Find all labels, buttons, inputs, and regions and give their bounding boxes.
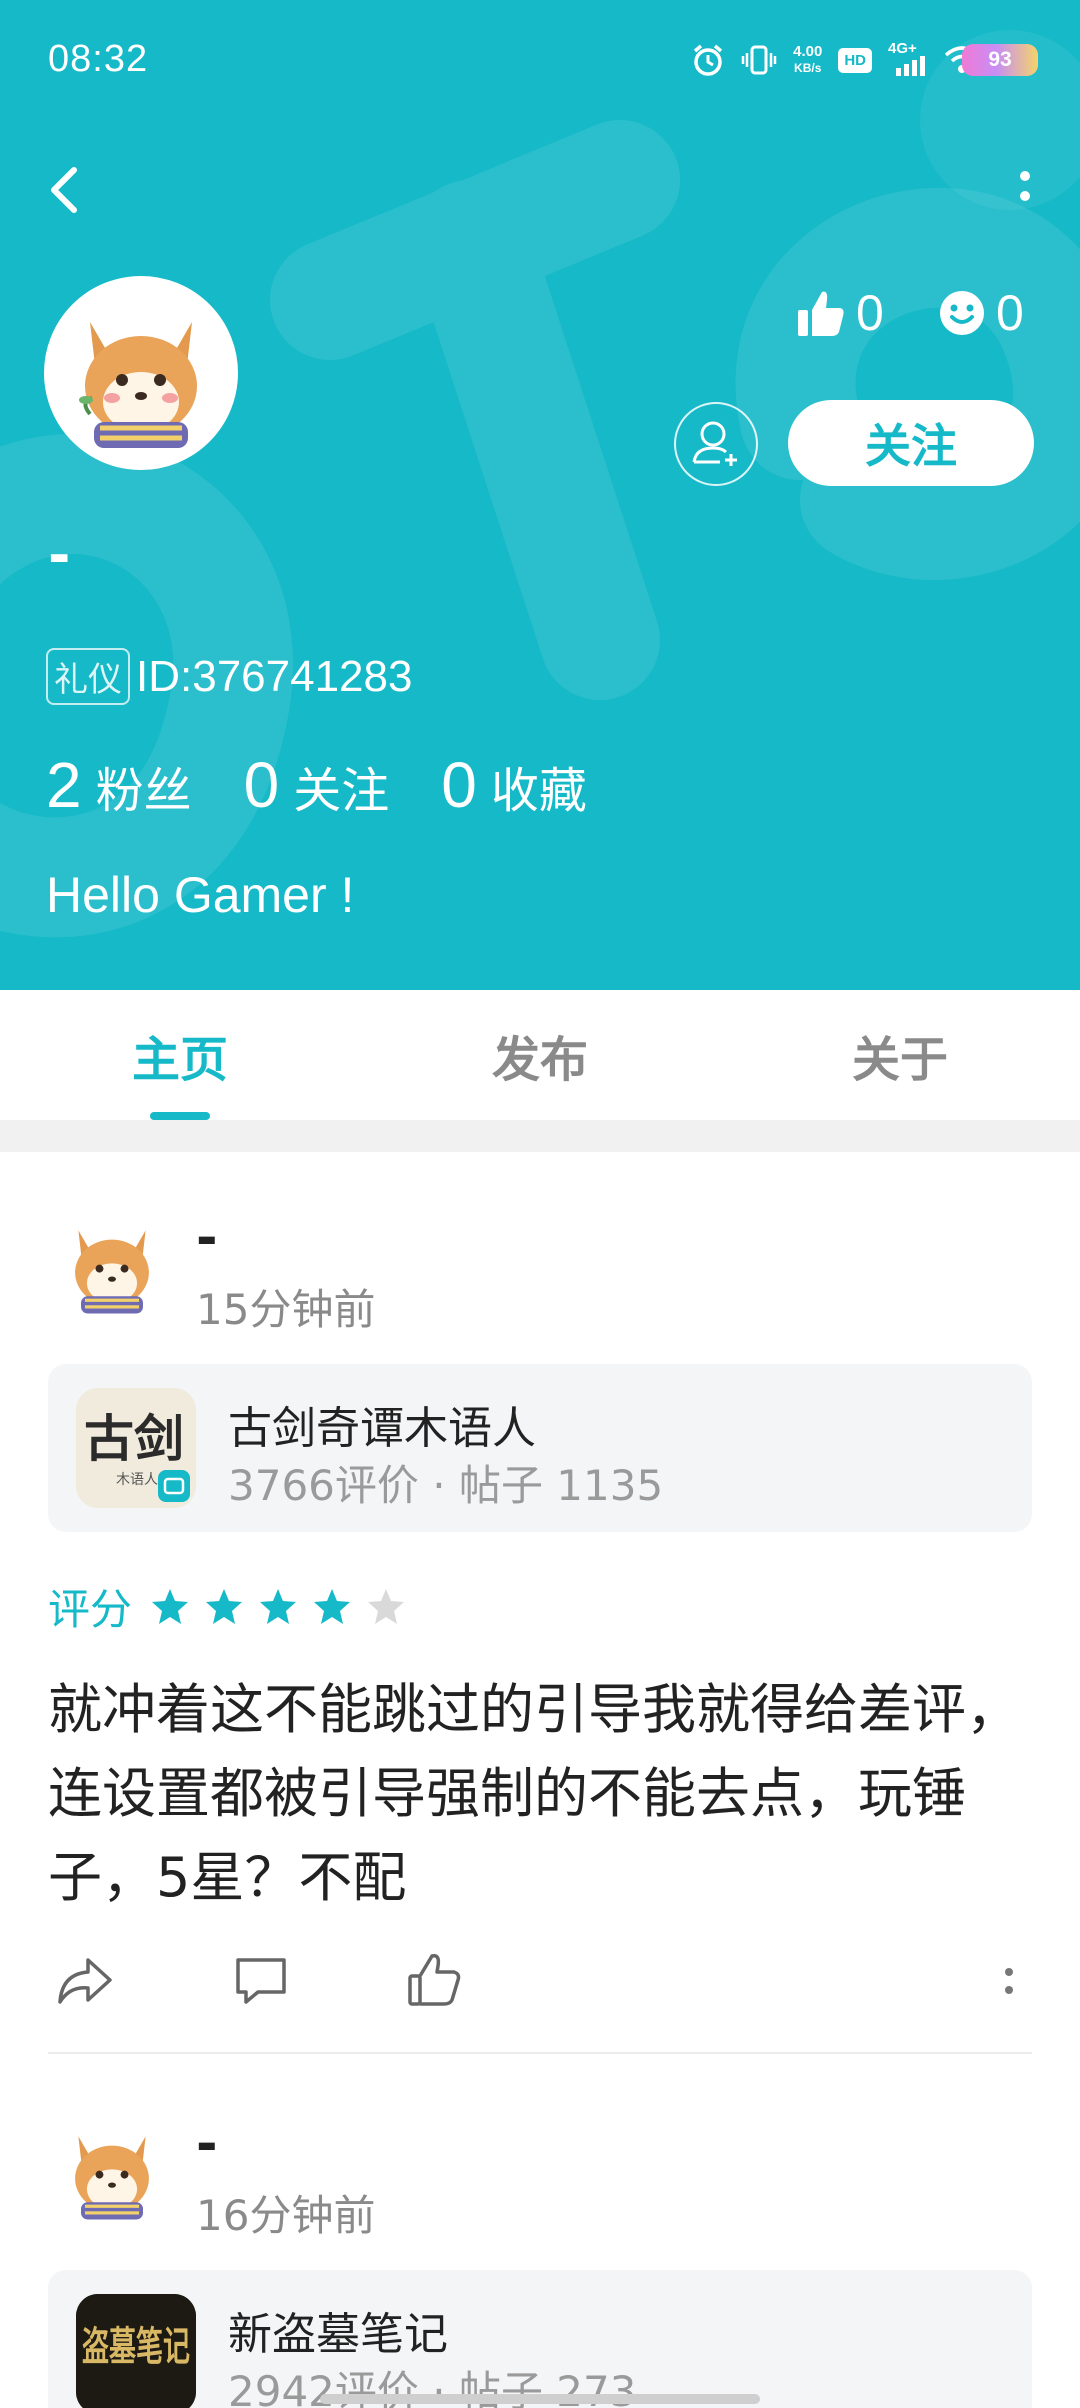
svg-text:古剑: 古剑 bbox=[84, 1409, 184, 1468]
fans-count[interactable]: 2 bbox=[46, 748, 82, 822]
profile-bio: Hello Gamer ! bbox=[46, 867, 355, 923]
rating-label: 评分 bbox=[48, 1585, 133, 1634]
favorites-label[interactable]: 收藏 bbox=[491, 751, 587, 821]
watermark-logo bbox=[0, 30, 1080, 938]
following-count[interactable]: 0 bbox=[244, 748, 280, 822]
game-icon: 盗墓笔记 bbox=[76, 2294, 196, 2408]
thumbs-up-outline-icon[interactable] bbox=[402, 1948, 468, 2014]
user-id: ID:376741283 bbox=[136, 651, 413, 701]
post-time: 15分钟前 bbox=[196, 1285, 376, 1334]
status-time: 08:32 bbox=[48, 38, 149, 80]
profile-counts: 2 粉丝 0 关注 0 收藏 bbox=[46, 748, 639, 822]
profile-avatar[interactable] bbox=[44, 276, 238, 470]
shiba-avatar-image bbox=[52, 2110, 172, 2230]
star-filled-icon bbox=[314, 1588, 351, 1624]
following-label[interactable]: 关注 bbox=[293, 751, 389, 821]
hd-badge: HD bbox=[838, 47, 872, 73]
post-card: - 16分钟前 盗墓笔记 新盗墓笔记 2942评价 · 帖子 273 bbox=[0, 2054, 1080, 2408]
post-text[interactable]: 就冲着这不能跳过的引导我就得给差评，连设置都被引导强制的不能去点，玩锤子，5星？… bbox=[48, 1668, 1038, 1920]
game-card[interactable]: 盗墓笔记 新盗墓笔记 2942评价 · 帖子 273 bbox=[48, 2270, 1032, 2408]
shiba-avatar-image bbox=[50, 282, 232, 464]
star-filled-icon bbox=[206, 1588, 243, 1624]
tab-posts[interactable]: 发布 bbox=[360, 990, 720, 1120]
smiles-stat: 0 bbox=[938, 284, 1024, 342]
rating-stars bbox=[150, 1587, 420, 1627]
gujian-game-icon: 古剑 木语人 bbox=[76, 1388, 196, 1508]
alarm-icon bbox=[694, 44, 723, 76]
game-meta: 3766评价 · 帖子 1135 bbox=[228, 1461, 664, 1510]
game-name: 古剑奇谭木语人 bbox=[228, 1403, 536, 1454]
game-card[interactable]: 古剑 木语人 古剑奇谭木语人 3766评价 · 帖子 1135 bbox=[48, 1364, 1032, 1532]
add-user-icon bbox=[692, 421, 737, 466]
battery-indicator: 93 bbox=[962, 44, 1038, 76]
more-vertical-icon[interactable] bbox=[1010, 160, 1040, 220]
follow-button[interactable]: 关注 bbox=[788, 400, 1034, 486]
svg-text:盗墓笔记: 盗墓笔记 bbox=[82, 2323, 190, 2370]
likes-stat: 0 bbox=[796, 284, 884, 342]
game-icon: 古剑 木语人 bbox=[76, 1388, 196, 1508]
tab-home[interactable]: 主页 bbox=[0, 990, 360, 1120]
tab-about[interactable]: 关于 bbox=[720, 990, 1080, 1120]
post-actions bbox=[48, 1948, 1032, 2018]
comment-icon[interactable] bbox=[228, 1948, 294, 2014]
section-divider bbox=[0, 1120, 1080, 1152]
profile-tabs: 主页 发布 关于 bbox=[0, 990, 1080, 1120]
star-filled-icon bbox=[260, 1588, 297, 1624]
post-time: 16分钟前 bbox=[196, 2191, 376, 2240]
etiquette-badge[interactable]: 礼仪 bbox=[46, 648, 130, 705]
post-author-name[interactable]: - bbox=[196, 1208, 218, 1268]
post-author-name[interactable]: - bbox=[196, 2114, 218, 2174]
thumbs-up-icon bbox=[798, 291, 844, 336]
home-indicator[interactable] bbox=[320, 2394, 760, 2404]
smile-icon bbox=[940, 291, 984, 335]
post-card: - 15分钟前 古剑 木语人 古剑奇谭木语人 3766评价 · 帖子 1135 … bbox=[0, 1152, 1080, 2054]
vibrate-icon bbox=[741, 45, 777, 75]
profile-header: 08:32 4.00 KB/s HD 4G+ 93 0 0 关注 - 礼仪 ID… bbox=[0, 0, 1080, 990]
profile-username: - bbox=[48, 524, 71, 587]
post-more-icon[interactable] bbox=[994, 1948, 1024, 2014]
status-bar: 08:32 4.00 KB/s HD 4G+ 93 bbox=[0, 0, 1080, 120]
game-name: 新盗墓笔记 bbox=[228, 2309, 448, 2360]
profile-id-row: 礼仪 ID:376741283 bbox=[46, 648, 412, 705]
star-empty-icon bbox=[368, 1588, 405, 1624]
favorites-count[interactable]: 0 bbox=[441, 748, 477, 822]
network-speed: 4.00 KB/s bbox=[793, 43, 823, 76]
daomu-game-icon: 盗墓笔记 bbox=[76, 2294, 196, 2408]
fans-label[interactable]: 粉丝 bbox=[96, 751, 192, 821]
signal-icon: 4G+ bbox=[888, 41, 928, 78]
status-icons: 4.00 KB/s HD 4G+ bbox=[691, 40, 980, 80]
star-filled-icon bbox=[152, 1588, 189, 1624]
active-tab-indicator bbox=[150, 1112, 210, 1120]
share-icon[interactable] bbox=[52, 1948, 118, 2014]
back-icon[interactable] bbox=[40, 160, 90, 220]
post-author-avatar[interactable] bbox=[52, 2110, 172, 2230]
add-friend-button[interactable] bbox=[674, 402, 758, 486]
post-author-avatar[interactable] bbox=[52, 1204, 172, 1324]
svg-text:木语人: 木语人 bbox=[116, 1472, 158, 1488]
rating-row: 评分 bbox=[48, 1576, 420, 1637]
shiba-avatar-image bbox=[52, 1204, 172, 1324]
